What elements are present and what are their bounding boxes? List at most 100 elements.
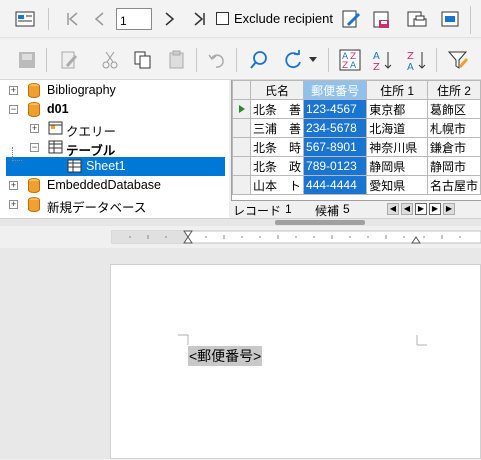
sort-ascending-icon[interactable]: AZ (370, 47, 396, 73)
nav-next-button[interactable]: ▶ (415, 203, 427, 215)
svg-text:A: A (373, 51, 380, 62)
tree-item-embeddeddatabase[interactable]: + EmbeddedDatabase (0, 176, 229, 195)
table-cell[interactable]: 234-5678 (303, 118, 368, 138)
row-header[interactable] (232, 118, 252, 138)
candidate-label: 候補 (315, 204, 340, 218)
table-cell[interactable]: 北条 善 (250, 99, 305, 119)
table-cell[interactable]: 東京都 (366, 99, 428, 119)
exclude-recipient-checkbox[interactable] (216, 12, 229, 25)
save-record-icon[interactable] (14, 47, 40, 73)
database-icon (28, 83, 40, 101)
print-merged-icon[interactable] (404, 6, 430, 32)
table-cell[interactable]: 北条 政 (250, 156, 305, 176)
record-label: レコード (233, 204, 282, 218)
nav-first-button[interactable]: ◀ (387, 203, 399, 215)
current-row-indicator[interactable] (232, 99, 252, 119)
first-record-icon[interactable] (60, 6, 86, 32)
mail-merge-field[interactable]: <郵便番号> (188, 346, 263, 366)
horizontal-ruler[interactable] (0, 226, 481, 248)
separator (46, 48, 47, 72)
table-cell[interactable]: 鎌倉市 (426, 137, 481, 157)
expand-icon[interactable]: + (9, 86, 18, 95)
table-cell[interactable]: 名古屋市 (426, 175, 481, 195)
column-header-address1[interactable]: 住所 1 (366, 80, 428, 100)
copy-icon[interactable] (130, 47, 156, 73)
separator (236, 48, 237, 72)
table-cell[interactable]: 567-8901 (303, 137, 368, 157)
query-icon (48, 121, 64, 138)
row-header[interactable] (232, 175, 252, 195)
row-header[interactable] (232, 156, 252, 176)
undo-icon[interactable] (204, 47, 230, 73)
table-cell[interactable]: 北条 時 (250, 137, 305, 157)
tree-item-sheet1[interactable]: Sheet1 (6, 147, 225, 176)
previous-record-icon[interactable] (87, 6, 113, 32)
row-header[interactable] (232, 137, 252, 157)
table-cell[interactable]: 444-4444 (303, 175, 368, 195)
column-header-postal-code[interactable]: 郵便番号 (303, 80, 368, 100)
exclude-recipient-label: Exclude recipient (234, 11, 333, 26)
database-icon (28, 178, 40, 196)
save-merged-icon[interactable] (369, 6, 395, 32)
row-header-corner[interactable] (232, 80, 252, 100)
table-icon (48, 140, 64, 157)
separator (48, 8, 49, 30)
cut-icon[interactable] (97, 47, 123, 73)
sort-descending-icon[interactable]: ZA (404, 47, 430, 73)
page-corner-marks (178, 334, 427, 346)
column-header-name[interactable]: 氏名 (250, 80, 305, 100)
expand-icon[interactable]: + (30, 124, 39, 133)
tree-item-tables[interactable]: − テーブル (0, 138, 229, 158)
refresh-dropdown-icon[interactable] (306, 47, 320, 73)
table-cell[interactable]: 愛知県 (366, 175, 428, 195)
expand-icon[interactable]: + (9, 181, 18, 190)
mail-merge-toolbar: Exclude recipient (0, 0, 481, 38)
table-cell[interactable]: 123-4567 (303, 99, 368, 119)
collapse-icon[interactable]: − (9, 105, 18, 114)
tree-item-d01[interactable]: − d01 (0, 100, 229, 119)
record-number[interactable]: 1 (285, 202, 292, 216)
table-cell[interactable]: 三浦 善 (250, 118, 305, 138)
table-row: 三浦 善 234-5678 北海道 札幌市 (232, 118, 481, 138)
svg-text:A: A (350, 61, 357, 71)
separator (328, 48, 329, 72)
table-cell[interactable]: 北海道 (366, 118, 428, 138)
last-record-icon[interactable] (186, 6, 212, 32)
edit-data-icon[interactable] (56, 47, 82, 73)
table-cell[interactable]: 山本 ト (250, 175, 305, 195)
table-cell[interactable]: 静岡県 (366, 156, 428, 176)
next-record-icon[interactable] (156, 6, 182, 32)
expand-icon[interactable]: + (9, 200, 18, 209)
table-cell[interactable]: 静岡市 (426, 156, 481, 176)
find-icon[interactable] (246, 47, 272, 73)
splitter-handle[interactable] (275, 220, 365, 225)
record-number-input[interactable] (116, 8, 152, 30)
document-page[interactable] (110, 264, 481, 459)
nav-new-button[interactable]: ▶ (443, 203, 455, 215)
svg-text:A: A (407, 62, 414, 71)
edit-document-icon[interactable] (338, 6, 364, 32)
table-cell[interactable]: 神奈川県 (366, 137, 428, 157)
nav-last-button[interactable]: ▶ (429, 203, 441, 215)
send-email-icon[interactable] (438, 6, 464, 32)
database-icon (28, 102, 40, 120)
refresh-icon[interactable] (280, 47, 306, 73)
splitter[interactable] (0, 218, 481, 226)
record-navigation-bar: レコード 1 候補 5 ◀ ◀ ▶ ▶ ▶ (231, 200, 481, 218)
nav-prev-button[interactable]: ◀ (401, 203, 413, 215)
autofilter-icon[interactable] (445, 47, 471, 73)
paste-icon[interactable] (164, 47, 190, 73)
table-cell[interactable]: 789-0123 (303, 156, 368, 176)
data-source-tree: + Bibliography − d01 + クエリー − テーブル Sheet… (0, 80, 229, 228)
tree-item-queries[interactable]: + クエリー (0, 119, 229, 139)
table-header-row: 氏名 郵便番号 住所 1 住所 2 (232, 80, 481, 100)
sort-icon[interactable]: AZZA (337, 47, 363, 73)
tree-item-new-database[interactable]: + 新規データベース (0, 195, 229, 215)
tree-item-bibliography[interactable]: + Bibliography (0, 81, 229, 100)
svg-text:Z: Z (407, 51, 414, 62)
column-header-address2[interactable]: 住所 2 (426, 80, 481, 100)
table-cell[interactable]: 札幌市 (426, 118, 481, 138)
collapse-icon[interactable]: − (30, 143, 39, 152)
data-source-icon[interactable] (12, 6, 38, 32)
table-cell[interactable]: 葛飾区 (426, 99, 481, 119)
